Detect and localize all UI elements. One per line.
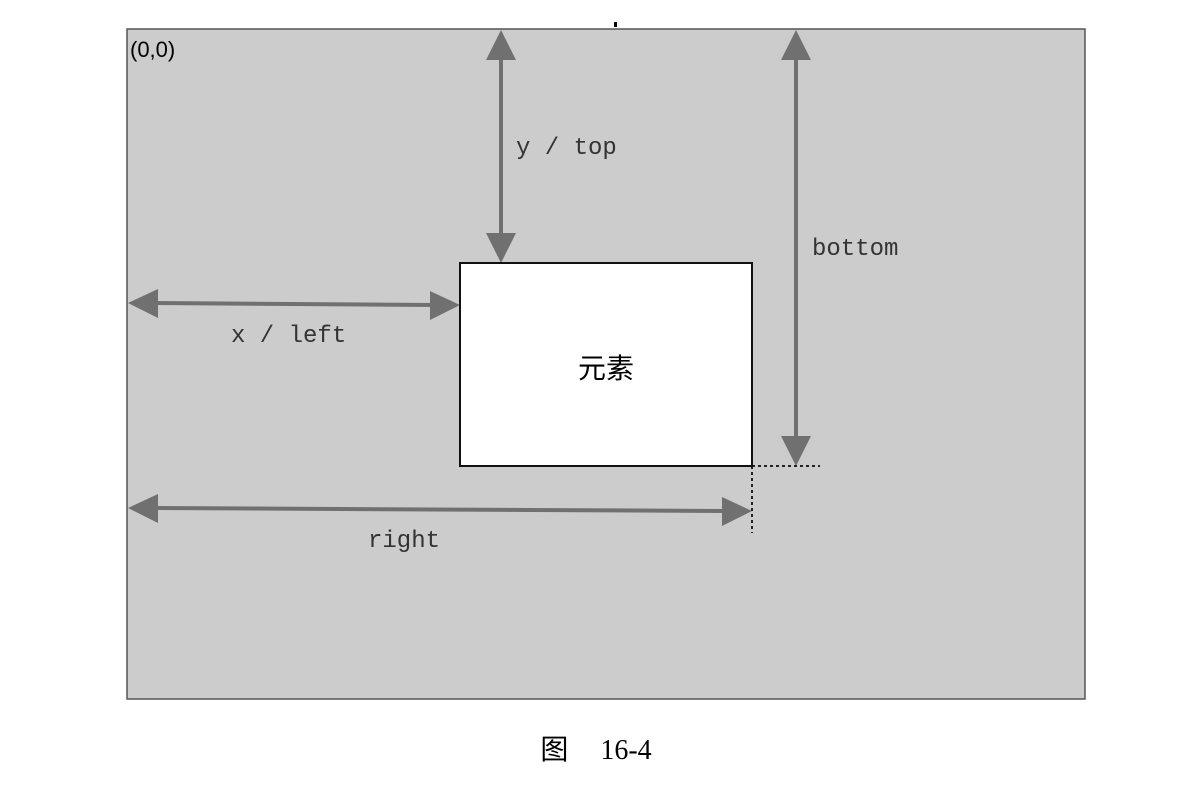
top-tick-mark: [614, 22, 617, 27]
right-label: right: [368, 528, 440, 555]
top-label: y / top: [516, 135, 617, 162]
positioning-diagram: (0,0) y / top bottom x / left right 元素: [126, 22, 1086, 700]
caption-prefix: 图: [540, 735, 569, 766]
bottom-label: bottom: [812, 236, 898, 263]
origin-label: (0,0): [130, 37, 175, 62]
figure-page: (0,0) y / top bottom x / left right 元素 图…: [0, 0, 1192, 805]
figure-caption: 图 16-4: [0, 728, 1192, 768]
element-label: 元素: [578, 352, 634, 385]
left-label: x / left: [231, 323, 346, 350]
caption-number: 16-4: [600, 735, 652, 766]
